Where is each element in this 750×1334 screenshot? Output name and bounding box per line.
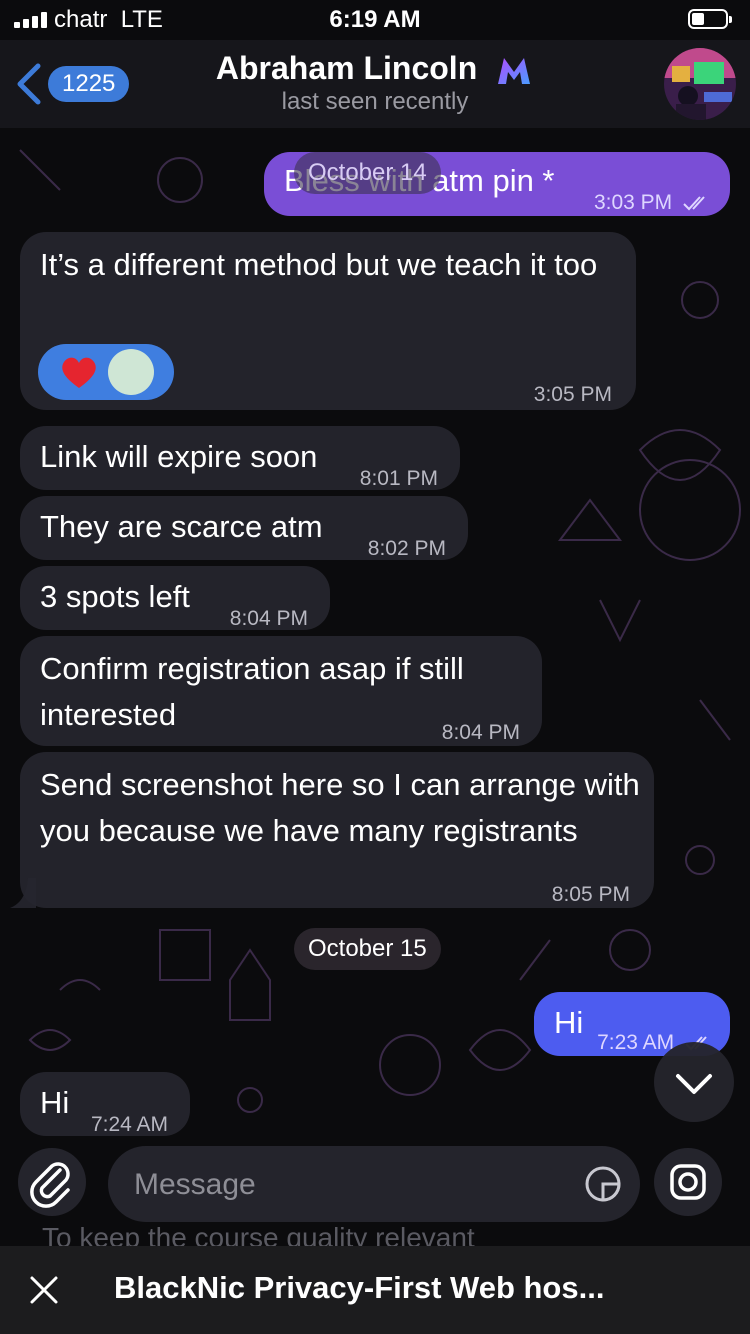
message-time: 8:02 PM <box>367 537 446 560</box>
message-text: Send screenshot here so I can arrange wi… <box>40 767 640 848</box>
message-text: They are scarce atm <box>40 509 323 544</box>
message-text: Link will expire soon <box>40 439 318 474</box>
scroll-down-button[interactable] <box>654 1042 734 1122</box>
contact-name-row[interactable]: Abraham Lincoln <box>0 50 750 87</box>
reactions-pill[interactable] <box>38 344 174 400</box>
notification-banner[interactable]: BlackNic Privacy-First Web hos... <box>0 1246 750 1334</box>
message-bubble-incoming[interactable]: Send screenshot here so I can arrange wi… <box>20 752 654 908</box>
message-time: 3:05 PM <box>533 383 612 406</box>
sticker-icon[interactable] <box>584 1165 622 1203</box>
message-time: 8:04 PM <box>441 721 520 744</box>
message-text: Hi <box>40 1085 70 1120</box>
heart-icon <box>62 357 96 388</box>
attach-button[interactable] <box>18 1148 86 1216</box>
message-composer <box>0 1138 750 1234</box>
message-field[interactable] <box>108 1146 640 1222</box>
camera-icon <box>670 1164 706 1200</box>
message-text: 3 spots left <box>40 579 190 614</box>
message-bubble-incoming[interactable]: Hi 7:24 AM <box>20 1072 190 1136</box>
bubble-tail <box>10 878 36 908</box>
avatar[interactable] <box>664 48 736 120</box>
status-time: 6:19 AM <box>329 6 421 33</box>
chevron-down-icon <box>676 1074 712 1094</box>
banner-text: BlackNic Privacy-First Web hos... <box>114 1270 605 1305</box>
message-bubble-incoming[interactable]: 3 spots left 8:04 PM <box>20 566 330 630</box>
message-text: Hi <box>554 1005 584 1040</box>
message-time: 3:03 PM <box>593 191 673 214</box>
camera-button[interactable] <box>654 1148 722 1216</box>
message-bubble-incoming[interactable]: It’s a different method but we teach it … <box>20 232 636 410</box>
message-text: It’s a different method but we teach it … <box>40 247 598 282</box>
date-chip-overlay: October 14 <box>294 152 441 194</box>
message-input[interactable] <box>132 1158 566 1212</box>
date-separator: October 15 <box>294 928 441 970</box>
sticker-reaction-icon <box>108 349 154 395</box>
message-bubble-incoming[interactable]: Confirm registration asap if still inter… <box>20 636 542 746</box>
contact-status: last seen recently <box>281 88 469 115</box>
close-icon[interactable] <box>28 1274 60 1306</box>
paperclip-icon <box>30 1162 70 1208</box>
message-bubble-incoming[interactable]: They are scarce atm 8:02 PM <box>20 496 468 560</box>
contact-name: Abraham Lincoln <box>215 50 478 86</box>
message-time: 8:05 PM <box>551 883 630 906</box>
message-bubble-incoming[interactable]: Link will expire soon 8:01 PM <box>20 426 460 490</box>
status-bar: chatr LTE 6:19 AM <box>0 0 750 40</box>
chat-header: 1225 Abraham Lincoln last seen recently <box>0 40 750 128</box>
premium-badge-icon <box>498 57 531 84</box>
battery-icon <box>688 9 732 29</box>
read-checkmarks-icon <box>683 196 705 211</box>
